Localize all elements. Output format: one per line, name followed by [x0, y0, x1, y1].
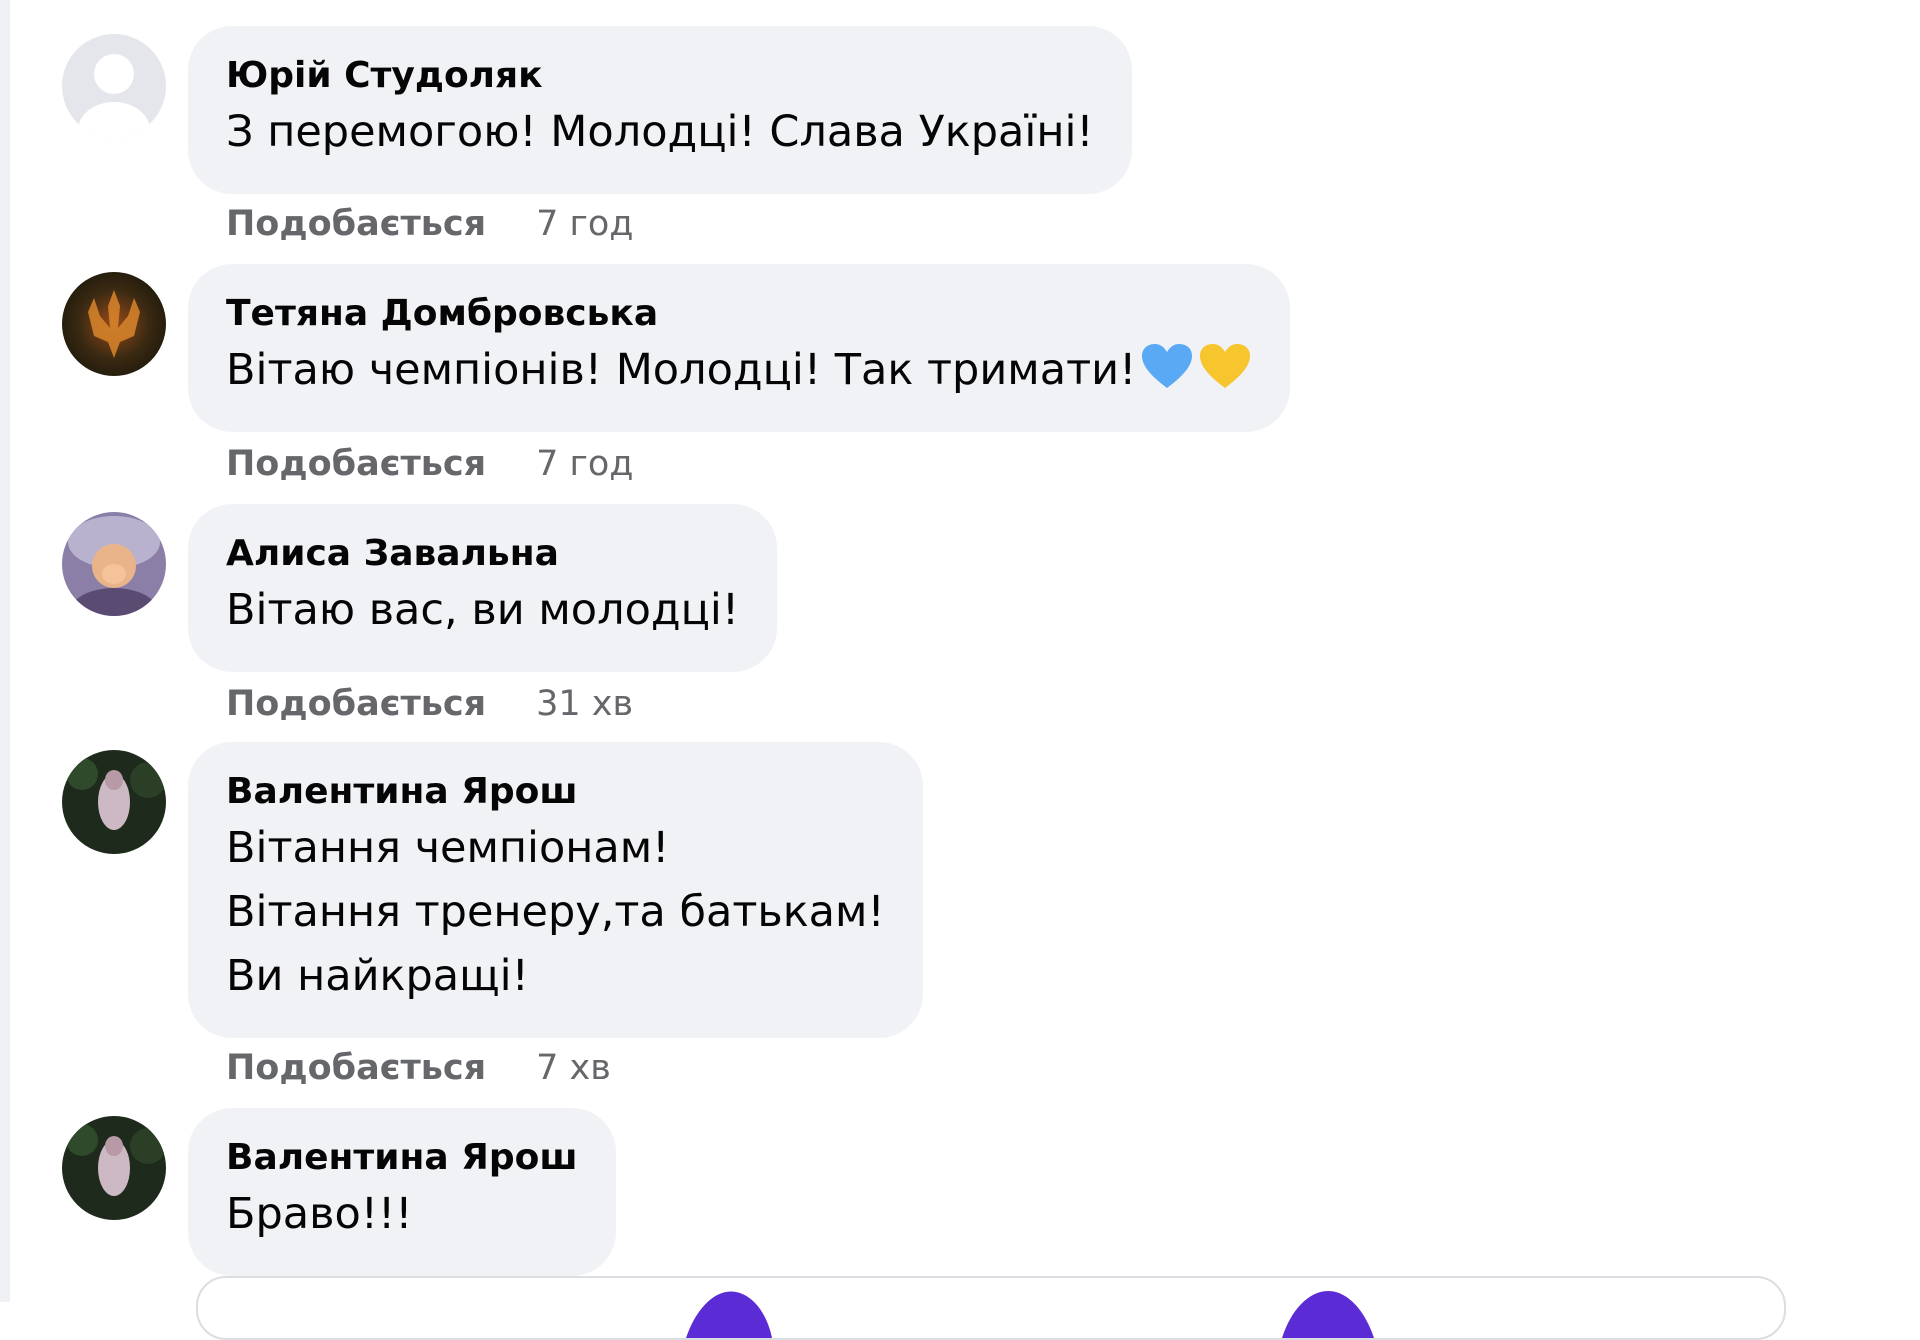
like-button[interactable]: Подобається: [226, 684, 486, 724]
trident-avatar[interactable]: [62, 272, 166, 376]
comment-text: Браво!!!: [226, 1189, 413, 1239]
comment-timestamp[interactable]: 7 год: [536, 444, 633, 484]
comment-author[interactable]: Юрій Студоляк: [226, 52, 1094, 100]
comment-text-line: Вітання тренеру,та батькам!: [226, 887, 885, 937]
left-divider: [0, 0, 10, 1302]
comment-author[interactable]: Тетяна Домбровська: [226, 290, 1252, 338]
comment-actions: Подобається 7 год: [226, 442, 634, 486]
comment-author[interactable]: Валентина Ярош: [226, 1134, 578, 1182]
comment-text-line: Вітання чемпіонам!: [226, 823, 670, 873]
comment-composer[interactable]: [196, 1276, 1786, 1340]
like-button[interactable]: Подобається: [226, 204, 486, 244]
comment-bubble: Валентина Ярош Вітання чемпіонам! Вітанн…: [188, 742, 923, 1038]
comment-text-line: Вітаю чемпіонів! Молодці! Так тримати!: [226, 338, 1252, 402]
comment-timestamp[interactable]: 7 хв: [536, 1048, 611, 1088]
comment-text: Вітаю чемпіонів! Молодці! Так тримати!: [226, 345, 1137, 395]
comment-text: З перемогою! Молодці! Слава Україні!: [226, 107, 1094, 157]
comment-bubble: Алиса Завальна Вітаю вас, ви молодці!: [188, 504, 778, 672]
comment-text: Вітаю вас, ви молодці!: [226, 585, 740, 635]
comment-author[interactable]: Валентина Ярош: [226, 768, 885, 816]
comment-timestamp[interactable]: 7 год: [536, 204, 633, 244]
comment-bubble: Юрій Студоляк З перемогою! Молодці! Слав…: [188, 26, 1132, 194]
comment-bubble: Тетяна Домбровська Вітаю чемпіонів! Моло…: [188, 264, 1291, 432]
comment-bubble: Валентина Ярош Браво!!!: [188, 1108, 616, 1276]
photo-avatar[interactable]: [62, 750, 166, 854]
like-button[interactable]: Подобається: [226, 444, 486, 484]
comment-actions: Подобається 31 хв: [226, 682, 633, 726]
like-button[interactable]: Подобається: [226, 1048, 486, 1088]
blue-heart-icon: [1142, 344, 1193, 388]
comment-text-line: Ви найкращі!: [226, 951, 529, 1001]
sticker-icon: [1282, 1290, 1374, 1338]
comment-timestamp[interactable]: 31 хв: [536, 684, 633, 724]
comment-actions: Подобається 7 хв: [226, 1046, 611, 1090]
photo-avatar[interactable]: [62, 512, 166, 616]
default-avatar-icon[interactable]: [62, 34, 166, 138]
sticker-icon: [686, 1291, 772, 1338]
comment-actions: Подобається 7 год: [226, 202, 634, 246]
yellow-heart-icon: [1200, 344, 1251, 388]
photo-avatar[interactable]: [62, 1116, 166, 1220]
comment-author[interactable]: Алиса Завальна: [226, 530, 739, 578]
